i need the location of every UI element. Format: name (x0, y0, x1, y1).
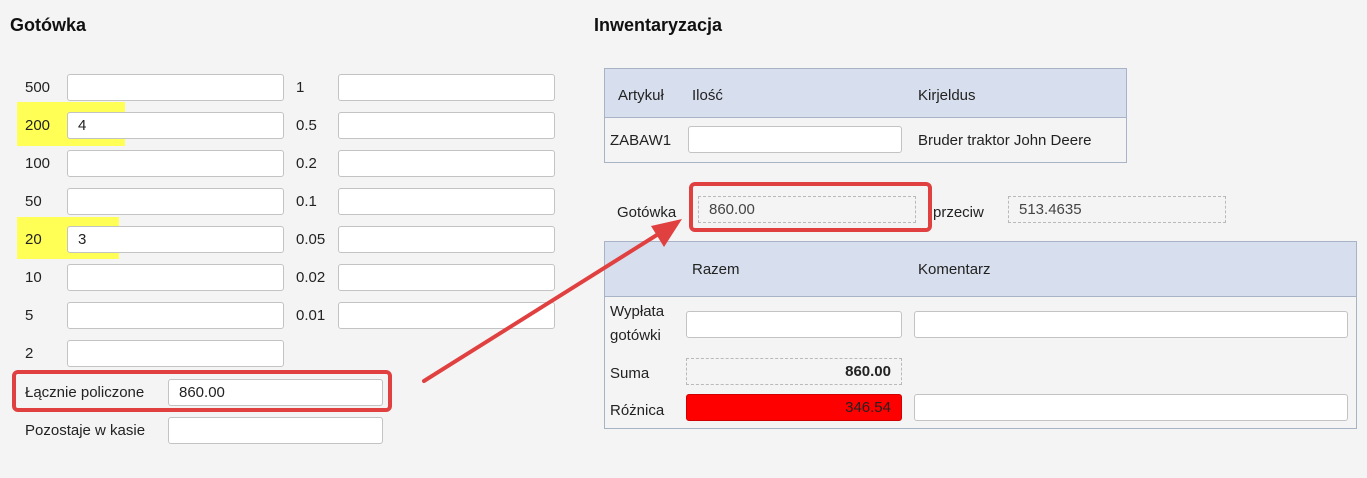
cash-inventory-panel: Gotówka 500 200 4 100 50 20 3 10 5 2 1 0… (0, 0, 1367, 478)
annotation-arrow (422, 219, 682, 383)
